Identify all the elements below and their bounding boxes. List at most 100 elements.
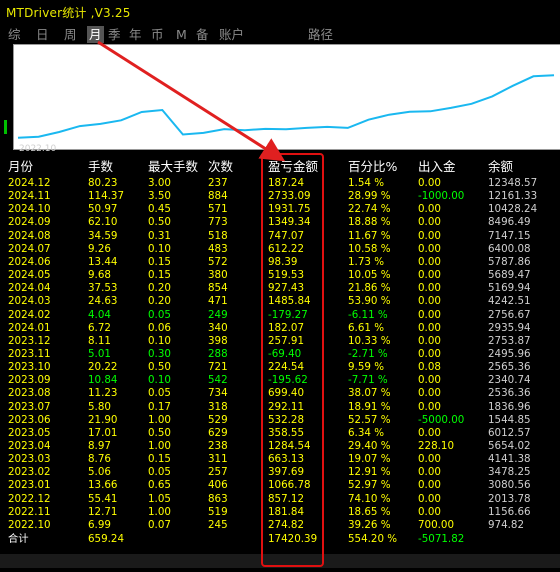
table-cell: -179.27 (268, 308, 308, 321)
tab-7[interactable]: M (176, 26, 187, 43)
table-cell: 8496.49 (488, 216, 531, 229)
table-cell: 18.65 % (348, 505, 391, 518)
table-row: 2022.10 6.99 0.07 245 274.82 39.26 % 700.00 974… (0, 519, 560, 532)
table-cell: 483 (208, 242, 228, 255)
table-cell: 471 (208, 295, 228, 308)
table-cell: 2023.04 (8, 440, 51, 452)
tab-1[interactable]: 日 (36, 26, 49, 43)
chart-plot-area (13, 44, 560, 150)
column-header[interactable]: 最大手数 (148, 158, 198, 176)
table-cell: 0.15 (148, 453, 171, 466)
tab-4[interactable]: 季 (108, 26, 121, 43)
table-cell: 1836.96 (488, 400, 531, 413)
table-row: 2023.05 17.01 0.50 629 358.55 6.34 % 0.00 6012.… (0, 427, 560, 440)
table-cell: 5689.47 (488, 269, 531, 282)
table-cell: 1.00 (148, 413, 171, 426)
table-cell: 0.00 (418, 479, 441, 492)
table-cell: 2756.67 (488, 308, 531, 321)
table-cell: 0.00 (418, 453, 441, 466)
table-cell: 2733.09 (268, 190, 311, 203)
column-header[interactable]: 余额 (488, 158, 513, 176)
table-cell: 700.00 (418, 518, 455, 531)
tab-0[interactable]: 综 (8, 26, 21, 43)
table-cell: 663.13 (268, 453, 305, 466)
tab-6[interactable]: 币 (151, 26, 164, 43)
table-cell: 406 (208, 479, 228, 492)
table-cell: 2024.06 (8, 255, 51, 268)
table-cell: 1544.85 (488, 413, 531, 426)
table-cell: 2024.04 (8, 282, 51, 295)
table-cell: 1066.78 (268, 479, 311, 492)
table-cell: 12348.57 (488, 177, 538, 189)
tab-9[interactable]: 账户 (219, 26, 244, 43)
table-cell: 629 (208, 426, 228, 439)
tab-2[interactable]: 周 (64, 26, 77, 43)
table-cell: 358.55 (268, 426, 305, 439)
equity-chart: 2022.10 (0, 44, 560, 154)
equity-chart-svg (17, 74, 555, 139)
table-cell: 612.22 (268, 242, 305, 255)
table-cell: 0.00 (418, 321, 441, 334)
table-cell: 62.10 (88, 216, 118, 229)
chart-x-label: 2022.10 (19, 144, 57, 154)
table-cell: 21.90 (88, 413, 118, 426)
tab-3[interactable]: 月 (87, 26, 104, 43)
table-cell: 0.00 (418, 400, 441, 413)
table-cell: 5.01 (88, 347, 111, 360)
table-cell: 182.07 (268, 321, 305, 334)
title-bar: MTDriver统计 ,V3.25 (0, 0, 560, 24)
column-header[interactable]: 盈亏金额 (268, 158, 318, 176)
table-cell: 0.07 (148, 518, 171, 531)
table-cell: 398 (208, 334, 228, 347)
table-cell: 2023.03 (8, 453, 51, 466)
table-row: 2022.11 12.71 1.00 519 181.84 18.65 % 0.00 1156… (0, 506, 560, 519)
table-cell: -69.40 (268, 347, 302, 360)
table-cell: 380 (208, 269, 228, 282)
table-cell: 1.54 % (348, 177, 384, 189)
table-cell: 74.10 % (348, 492, 391, 505)
table-cell: 2022.10 (8, 518, 51, 531)
column-header[interactable]: 次数 (208, 158, 233, 176)
table-cell: 2536.36 (488, 387, 531, 400)
table-cell: 10428.24 (488, 203, 538, 216)
table-cell: 7147.15 (488, 229, 531, 242)
table-cell: 50.97 (88, 203, 118, 216)
table-cell: 11.23 (88, 387, 118, 400)
table-cell: 311 (208, 453, 228, 466)
table-cell: 6.99 (88, 518, 111, 531)
column-header[interactable]: 手数 (88, 158, 113, 176)
table-row: 2024.10 50.97 0.45 571 1931.75 22.74 % 0.00 104… (0, 203, 560, 216)
table-cell: 0.06 (148, 321, 171, 334)
table-cell: 237 (208, 177, 228, 189)
table-cell: 572 (208, 255, 228, 268)
table-header: 月份 手数 最大手数 次数 盈亏金额 百分比% 出入金 余额 (0, 158, 560, 174)
table-cell: 114.37 (88, 190, 125, 203)
table-cell: 4242.51 (488, 295, 531, 308)
table-cell: 37.53 (88, 282, 118, 295)
tab-5[interactable]: 年 (129, 26, 142, 43)
table-cell: 5.80 (88, 400, 111, 413)
table-cell: 228.10 (418, 440, 455, 452)
table-cell: 39.26 % (348, 518, 391, 531)
table-row: 2023.06 21.90 1.00 529 532.28 52.57 % -5000.00… (0, 414, 560, 427)
table-cell: 773 (208, 216, 228, 229)
table-row: 2024.06 13.44 0.15 572 98.39 1.73 % 0.00 5787.8… (0, 256, 560, 269)
tab-10[interactable]: 路径 (308, 26, 333, 43)
chart-start-marker (4, 120, 7, 134)
table-cell: -6.11 % (348, 308, 388, 321)
table-cell: 98.39 (268, 255, 298, 268)
table-cell: 292.11 (268, 400, 305, 413)
table-cell: 2023.10 (8, 361, 51, 374)
column-header[interactable]: 百分比% (348, 158, 397, 176)
column-header[interactable]: 出入金 (418, 158, 456, 176)
table-cell: 17.01 (88, 426, 118, 439)
table-cell: 2022.11 (8, 505, 51, 518)
table-cell: 34.59 (88, 229, 118, 242)
table-cell: 519 (208, 505, 228, 518)
tab-8[interactable]: 备 (196, 26, 209, 43)
table-row: 2022.12 55.41 1.05 863 857.12 74.10 % 0.00 2013… (0, 493, 560, 506)
table-cell: 1.00 (148, 440, 171, 452)
table-cell: 9.59 % (348, 361, 384, 374)
table-cell: 0.50 (148, 426, 171, 439)
column-header[interactable]: 月份 (8, 158, 33, 176)
